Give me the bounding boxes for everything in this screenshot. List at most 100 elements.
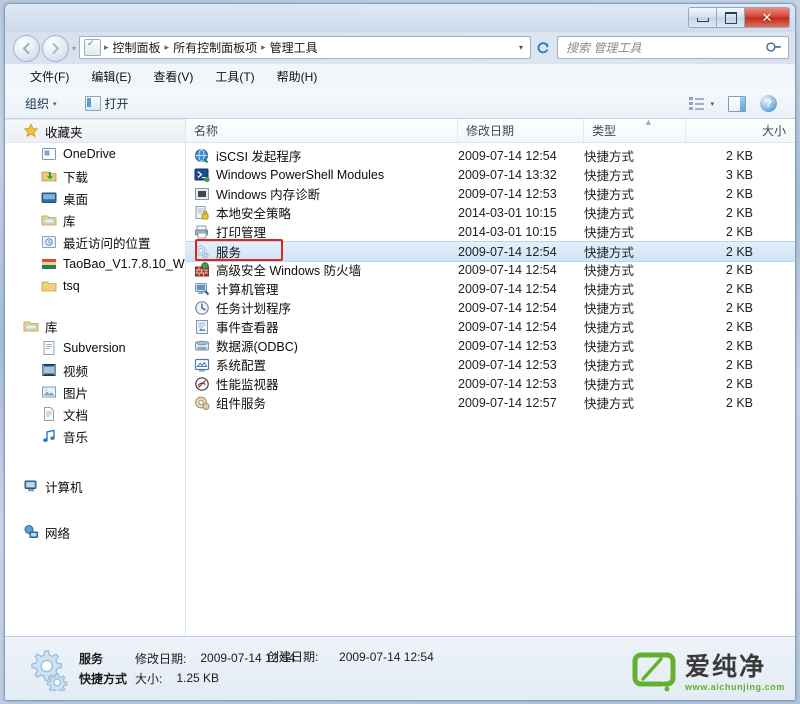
search-box[interactable]: 搜索 管理工具 xyxy=(557,36,789,59)
table-row[interactable]: 服务 2009-07-14 12:54 快捷方式 2 KB xyxy=(186,239,795,262)
file-date-cell: 2009-07-14 12:54 xyxy=(458,262,557,277)
column-header-date[interactable]: 修改日期 xyxy=(458,119,584,142)
file-name-cell[interactable]: 高级安全 Windows 防火墙 xyxy=(194,260,361,279)
sidebar-item-recent-places-label: 最近访问的位置 xyxy=(63,236,151,251)
sidebar-item-library[interactable]: 库 xyxy=(5,209,185,231)
file-size-cell: 2 KB xyxy=(725,244,753,259)
chevron-down-icon[interactable]: ▾ xyxy=(519,43,530,52)
sidebar-item-desktop[interactable]: 桌面 xyxy=(5,187,185,209)
sidebar-item-taobao[interactable]: TaoBao_V1.7.8.10_Wi xyxy=(5,253,185,275)
sidebar-item-network-label: 网络 xyxy=(45,526,71,541)
file-name-label: 服务 xyxy=(216,246,242,260)
file-name-label: 计算机管理 xyxy=(216,283,279,297)
sidebar-group-favorites[interactable]: 收藏夹 xyxy=(5,119,185,143)
column-header-size[interactable]: 大小 xyxy=(686,119,795,142)
file-name-cell[interactable]: 组件服务 xyxy=(194,393,266,412)
sidebar-item-network[interactable]: 网络 xyxy=(5,521,185,543)
table-row[interactable]: 事件查看器 2009-07-14 12:54 快捷方式 2 KB xyxy=(186,317,795,336)
toolbar-right-group: ▾ ? xyxy=(689,95,785,112)
file-name-cell[interactable]: 计算机管理 xyxy=(194,279,279,298)
open-button[interactable]: 打开 xyxy=(79,92,135,115)
documents-icon xyxy=(44,407,54,421)
file-name-cell[interactable]: 事件查看器 xyxy=(194,317,279,336)
minimize-button[interactable] xyxy=(688,7,717,28)
search-input[interactable]: 搜索 管理工具 xyxy=(558,39,641,56)
table-row[interactable]: 本地安全策略 2014-03-01 10:15 快捷方式 2 KB xyxy=(186,203,795,222)
sidebar-item-documents[interactable]: 文档 xyxy=(5,403,185,425)
aichunjing-logo-icon xyxy=(632,652,676,692)
desktop-icon xyxy=(41,192,57,203)
window-controls: ✕ xyxy=(688,7,790,28)
file-size-cell: 2 KB xyxy=(725,319,753,334)
file-name-label: 打印管理 xyxy=(216,226,267,240)
status-details-col2: 创建日期: 2009-07-14 12:54 xyxy=(267,648,434,665)
navigation-pane[interactable]: 收藏夹 OneDrive 下载 桌面 库 最近访问的位置 TaoBao_V1.7… xyxy=(5,119,186,637)
sidebar-item-subversion[interactable]: Subversion xyxy=(5,337,185,359)
table-row[interactable]: 任务计划程序 2009-07-14 12:54 快捷方式 2 KB xyxy=(186,298,795,317)
music-icon xyxy=(43,429,55,442)
sidebar-item-computer[interactable]: 计算机 xyxy=(5,475,185,497)
column-header-name[interactable]: 名称 xyxy=(186,119,458,142)
breadcrumb-item-1[interactable]: 所有控制面板项 xyxy=(170,39,260,56)
sidebar-group-libraries[interactable]: 库 xyxy=(5,315,185,337)
file-name-cell[interactable]: 数据源(ODBC) xyxy=(194,336,298,355)
sidebar-item-videos[interactable]: 视频 xyxy=(5,359,185,381)
file-name-cell[interactable]: 性能监视器 xyxy=(194,374,279,393)
table-row[interactable]: Windows PowerShell Modules 2009-07-14 13:… xyxy=(186,165,795,184)
chevron-down-icon: ▾ xyxy=(710,100,714,108)
file-name-cell[interactable]: 系统配置 xyxy=(194,355,266,374)
help-icon[interactable]: ? xyxy=(760,95,777,112)
menu-edit[interactable]: 编辑(E) xyxy=(80,66,142,87)
table-row[interactable]: 高级安全 Windows 防火墙 2009-07-14 12:54 快捷方式 2 KB xyxy=(186,260,795,279)
sidebar-item-tsq[interactable]: tsq xyxy=(5,275,185,297)
history-dropdown-button[interactable]: ▾ xyxy=(72,44,76,53)
table-row[interactable]: 打印管理 2014-03-01 10:15 快捷方式 2 KB xyxy=(186,222,795,241)
table-row[interactable]: Windows 内存诊断 2009-07-14 12:53 快捷方式 2 KB xyxy=(186,184,795,203)
file-name-cell[interactable]: Windows PowerShell Modules xyxy=(194,167,384,183)
close-button[interactable]: ✕ xyxy=(745,7,790,28)
file-size-cell: 2 KB xyxy=(725,300,753,315)
column-header-type[interactable]: 类型 ▲ xyxy=(584,119,686,142)
breadcrumb[interactable]: ▸ 控制面板 ▸ 所有控制面板项 ▸ 管理工具 ▾ xyxy=(79,36,531,59)
breadcrumb-item-0[interactable]: 控制面板 xyxy=(110,39,164,56)
forward-button[interactable] xyxy=(42,35,69,62)
table-row[interactable]: 性能监视器 2009-07-14 12:53 快捷方式 2 KB xyxy=(186,374,795,393)
menu-view[interactable]: 查看(V) xyxy=(142,66,204,87)
refresh-button[interactable] xyxy=(531,36,555,59)
menu-file[interactable]: 文件(F) xyxy=(19,66,80,87)
file-name-cell[interactable]: iSCSI 发起程序 xyxy=(194,146,301,165)
sidebar-item-desktop-label: 桌面 xyxy=(63,192,89,207)
file-name-cell[interactable]: 服务 xyxy=(194,242,241,261)
file-name-cell[interactable]: 任务计划程序 xyxy=(194,298,291,317)
recent-places-icon xyxy=(42,236,56,248)
sidebar-item-recent-places[interactable]: 最近访问的位置 xyxy=(5,231,185,253)
sidebar-item-documents-label: 文档 xyxy=(63,408,89,423)
file-list-pane[interactable]: 名称 修改日期 类型 ▲ 大小 iSCSI 发起程序 2009-07-14 12:… xyxy=(186,119,795,637)
breadcrumb-item-2[interactable]: 管理工具 xyxy=(267,39,321,56)
table-row[interactable]: 计算机管理 2009-07-14 12:54 快捷方式 2 KB xyxy=(186,279,795,298)
file-name-cell[interactable]: Windows 内存诊断 xyxy=(194,184,320,203)
back-button[interactable] xyxy=(13,35,40,62)
maximize-button[interactable] xyxy=(717,7,745,28)
table-row[interactable]: 组件服务 2009-07-14 12:57 快捷方式 2 KB xyxy=(186,393,795,412)
table-row[interactable]: 系统配置 2009-07-14 12:53 快捷方式 2 KB xyxy=(186,355,795,374)
file-name-label: Windows PowerShell Modules xyxy=(216,167,385,182)
status-name-line: 服务 修改日期: 2009-07-14 12:54 xyxy=(79,648,295,668)
status-item-name: 服务 xyxy=(79,651,104,666)
search-icon xyxy=(763,37,784,58)
column-headers: 名称 修改日期 类型 ▲ 大小 xyxy=(186,119,795,143)
sidebar-item-pictures[interactable]: 图片 xyxy=(5,381,185,403)
menu-help[interactable]: 帮助(H) xyxy=(266,66,329,87)
sidebar-item-onedrive[interactable]: OneDrive xyxy=(5,143,185,165)
table-row[interactable]: 数据源(ODBC) 2009-07-14 12:53 快捷方式 2 KB xyxy=(186,336,795,355)
file-name-cell[interactable]: 本地安全策略 xyxy=(194,203,291,222)
file-name-cell[interactable]: 打印管理 xyxy=(194,222,266,241)
file-size-cell: 2 KB xyxy=(725,262,753,277)
sidebar-item-downloads[interactable]: 下载 xyxy=(5,165,185,187)
sidebar-item-music[interactable]: 音乐 xyxy=(5,425,185,447)
change-view-button[interactable]: ▾ xyxy=(689,97,714,110)
table-row[interactable]: iSCSI 发起程序 2009-07-14 12:54 快捷方式 2 KB xyxy=(186,146,795,165)
menu-tools[interactable]: 工具(T) xyxy=(204,66,265,87)
organize-button[interactable]: 组织 ▾ xyxy=(19,92,63,115)
preview-pane-button[interactable] xyxy=(728,95,746,112)
